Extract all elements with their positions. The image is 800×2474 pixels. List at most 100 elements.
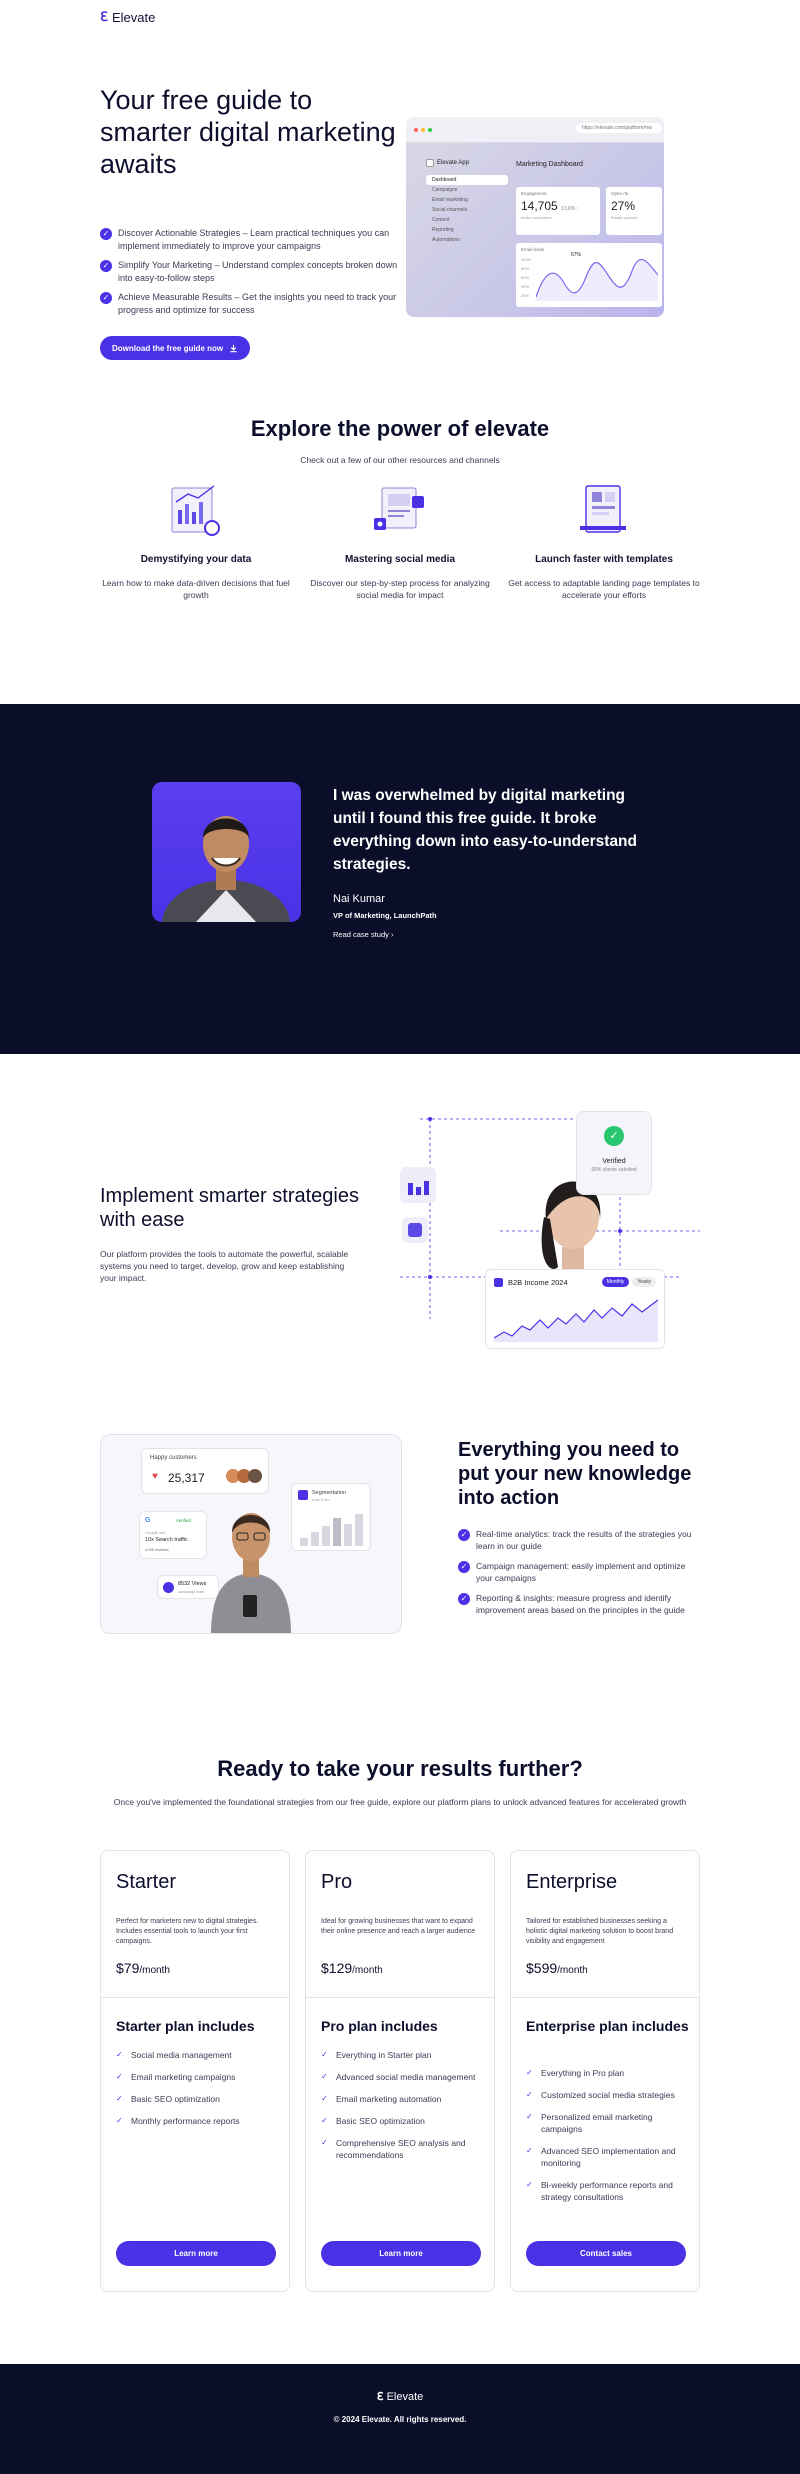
author-photo: [152, 782, 301, 922]
feature-card[interactable]: Launch faster with templates Get access …: [504, 482, 704, 601]
customer-avatars: [226, 1469, 262, 1483]
plan-feature: ✓ Comprehensive SEO analysis and recommen…: [321, 2138, 466, 2160]
heart-icon: ♥: [152, 1471, 158, 1482]
everything-title: Everything you need to put your new know…: [458, 1439, 692, 1509]
plan-feature: ✓ Advanced social media management: [321, 2072, 476, 2082]
pro-learn-more-button[interactable]: Learn more: [321, 2241, 481, 2266]
check-icon: ✓: [458, 1593, 470, 1605]
feature-card[interactable]: Mastering social media Discover our step…: [300, 482, 500, 601]
minimize-dot-icon: [421, 127, 425, 132]
everything-point: ✓ Campaign management: easily implement a…: [458, 1560, 698, 1584]
close-dot-icon: [414, 127, 418, 132]
plan-price: $79/month: [116, 1960, 170, 1976]
divider: [306, 1997, 494, 1998]
smarter-illustration: ✓ Verified 95% clients satisfied B2B Inc…: [400, 1099, 700, 1349]
check-icon: ✓: [526, 2090, 533, 2099]
check-icon: ✓: [116, 2094, 123, 2103]
feature-title: Demystifying your data: [140, 554, 252, 565]
check-icon: ✓: [526, 2146, 533, 2155]
plan-feature: ✓ Bi-weekly performance reports and strat…: [526, 2180, 673, 2202]
plan-feature-list: ✓ Everything in Pro plan ✓ Customized soci…: [526, 2067, 691, 2213]
segmentation-card: Segmentation Last 6 mo: [291, 1483, 371, 1551]
verified-card: ✓ Verified 95% clients satisfied: [576, 1111, 652, 1195]
plan-feature: ✓ Monthly performance reports: [116, 2116, 240, 2126]
mockup-sidebar: Elevate App Dashboard Campaigns Email ma…: [426, 159, 508, 245]
data-chart-icon: [166, 482, 226, 538]
plan-feature: ✓ Basic SEO optimization: [116, 2094, 220, 2104]
income-line-chart: [494, 1299, 658, 1342]
check-icon: ✓: [321, 2138, 328, 2147]
divider: [511, 1997, 699, 1998]
top-bar: ℇ Elevate: [0, 0, 800, 34]
check-icon: ✓: [458, 1529, 470, 1541]
verified-check-icon: ✓: [604, 1126, 624, 1146]
mockup-app-name: Elevate App: [437, 160, 470, 166]
check-icon: ✓: [321, 2050, 328, 2059]
feature-desc: Learn how to make data-driven decisions …: [102, 578, 290, 600]
everything-list: ✓ Real-time analytics: track the results …: [458, 1528, 698, 1624]
views-icon: [163, 1582, 174, 1593]
starter-learn-more-button[interactable]: Learn more: [116, 2241, 276, 2266]
open-rate-card: Open rte 27% Emails opened: [606, 187, 662, 235]
testimonial-section: I was overwhelmed by digital marketing u…: [0, 704, 800, 1054]
check-icon: ✓: [100, 228, 112, 240]
everything-section: Happy customers ♥ 25,317 Segmentation La…: [0, 1434, 800, 1744]
hero-benefit: ✓ Simplify Your Marketing – Understand co…: [100, 259, 400, 285]
engagement-card: Engagement 14,705 13.6% ↑ Active custome…: [516, 187, 600, 235]
mockup-nav-item: Reporting: [432, 227, 454, 233]
check-icon: ✓: [100, 260, 112, 272]
plan-card-enterprise: Enterprise Tailored for established busi…: [510, 1850, 700, 2292]
mockup-nav-item: Content: [432, 217, 450, 223]
pricing-section: Ready to take your results further? Once…: [0, 1744, 800, 2364]
check-icon: ✓: [100, 292, 112, 304]
template-icon: [574, 482, 634, 538]
chevron-right-icon: ›: [390, 930, 394, 939]
mockup-nav-item: Campaigns: [432, 187, 458, 193]
check-icon: ✓: [116, 2072, 123, 2081]
explore-subtitle: Check out a few of our other resources a…: [300, 455, 500, 465]
pricing-title: Ready to take your results further?: [217, 1756, 583, 1781]
line-chart: [536, 258, 658, 301]
plan-feature: ✓ Advanced SEO implementation and monitor…: [526, 2146, 676, 2168]
mockup-nav-item: Social channels: [432, 207, 468, 213]
plan-name: Enterprise: [526, 1871, 618, 1893]
read-case-study-link[interactable]: Read case study ›: [333, 930, 393, 939]
plan-desc: Perfect for marketers new to digital str…: [116, 1918, 259, 1945]
yearly-tab: Yearly: [632, 1277, 656, 1287]
plan-name: Pro: [321, 1871, 353, 1893]
hero-section: Your free guide to smarter digital marke…: [0, 34, 800, 364]
plan-feature: ✓ Social media management: [116, 2050, 232, 2060]
income-icon: [494, 1278, 503, 1287]
footer-logo[interactable]: ℇ Elevate: [0, 2390, 800, 2403]
testimonial-author: Nai Kumar: [333, 893, 385, 905]
everything-illustration: Happy customers ♥ 25,317 Segmentation La…: [100, 1434, 402, 1634]
plan-includes-title: Pro plan includes: [321, 2018, 438, 2034]
plan-feature-list: ✓ Everything in Starter plan ✓ Advanced so…: [321, 2049, 486, 2171]
explore-section: Explore the power of elevate Check out a…: [0, 364, 800, 704]
download-guide-button[interactable]: Download the free guide now: [100, 336, 251, 360]
logo[interactable]: ℇ Elevate: [100, 9, 155, 25]
man-with-phone: [211, 1513, 291, 1633]
smarter-desc: Our platform provides the tools to autom…: [100, 1249, 349, 1283]
footer: ℇ Elevate © 2024 Elevate. All rights res…: [0, 2364, 800, 2474]
plan-feature: ✓ Everything in Starter plan: [321, 2050, 432, 2060]
smarter-section: Implement smarter strategies with ease O…: [0, 1054, 800, 1434]
check-icon: ✓: [458, 1561, 470, 1573]
check-icon: ✓: [321, 2072, 328, 2081]
contact-sales-button[interactable]: Contact sales: [526, 2241, 686, 2266]
browser-bar: https://elevate.com/platform/rea: [406, 117, 664, 143]
check-icon: ✓: [526, 2112, 533, 2121]
check-icon: ✓: [116, 2050, 123, 2059]
mockup-nav-item: Email marketing: [432, 197, 468, 203]
income-card: B2B Income 2024 Monthly Yearly: [485, 1269, 665, 1349]
plan-feature: ✓ Basic SEO optimization: [321, 2116, 425, 2126]
check-icon: ✓: [321, 2094, 328, 2103]
hero-title: Your free guide to smarter digital marke…: [100, 85, 396, 179]
feature-card[interactable]: Demystifying your data Learn how to make…: [96, 482, 296, 601]
feature-desc: Get access to adaptable landing page tem…: [508, 578, 700, 600]
mockup-nav-item: Automations: [432, 237, 460, 243]
email-leads-chart: Email leads 100% 80% 60% 40% 20% 67%: [516, 243, 662, 307]
smarter-title: Implement smarter strategies with ease: [100, 1185, 359, 1231]
testimonial-role: VP of Marketing, LaunchPath: [333, 911, 437, 920]
maximize-dot-icon: [428, 127, 432, 132]
